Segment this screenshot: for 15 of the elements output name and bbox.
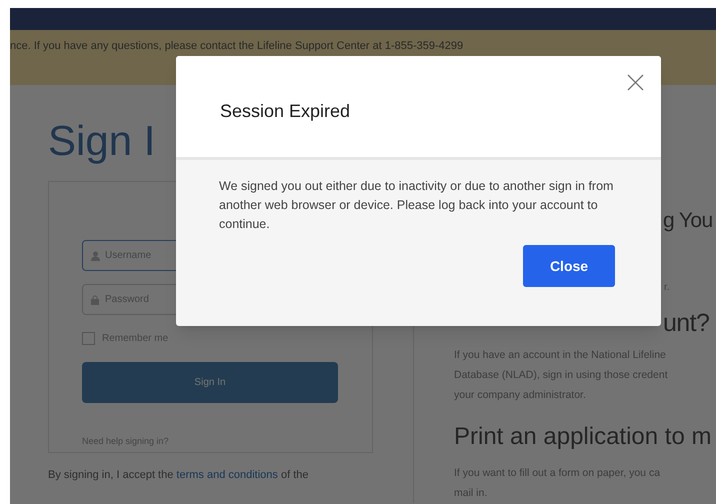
page-heading: Sign I bbox=[48, 116, 156, 166]
checkbox[interactable] bbox=[82, 332, 95, 345]
section-heading: unt? bbox=[663, 308, 710, 339]
notice-text: nce. If you have any questions, please contact the Lifeline Support Center at 1-855-359-4299 bbox=[10, 40, 464, 52]
user-icon bbox=[91, 251, 100, 261]
terms-text: By signing in, I accept the terms and conditions of the bbox=[48, 468, 310, 483]
section-heading: Print an application to m bbox=[454, 422, 712, 452]
close-button[interactable]: Close bbox=[523, 245, 615, 287]
sign-in-button[interactable]: Sign In bbox=[82, 362, 338, 403]
dialog-title: Session Expired bbox=[220, 100, 350, 123]
close-icon[interactable] bbox=[627, 74, 644, 91]
section-heading: g You bbox=[663, 208, 713, 234]
dialog-message: We signed you out either due to inactivity or due to another sign in from another web browser or device. Please log back into your account to continue. bbox=[219, 178, 614, 233]
lock-icon bbox=[91, 295, 99, 305]
terms-link[interactable]: terms and conditions bbox=[176, 469, 278, 481]
